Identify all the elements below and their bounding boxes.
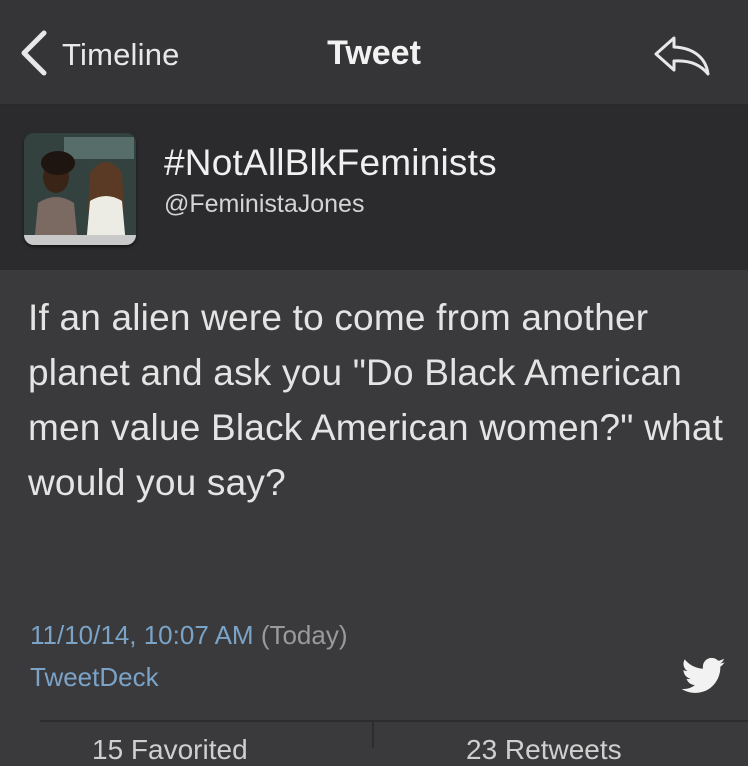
relative-date: (Today) bbox=[260, 620, 348, 650]
tweet-source-link[interactable]: TweetDeck bbox=[30, 662, 159, 693]
share-button[interactable] bbox=[652, 34, 712, 78]
display-name: #NotAllBlkFeminists bbox=[164, 142, 497, 183]
profile-header[interactable]: #NotAllBlkFeminists @FeministaJones bbox=[0, 106, 748, 270]
divider bbox=[40, 720, 748, 722]
reply-arrow-icon bbox=[652, 36, 712, 82]
tweet-text: If an alien were to come from another pl… bbox=[28, 297, 724, 503]
tweet-timestamp-row: 11/10/14, 10:07 AM (Today) bbox=[30, 620, 348, 651]
twitter-bird-icon bbox=[681, 656, 726, 696]
nav-bar: Timeline Tweet bbox=[0, 0, 748, 106]
stats-divider bbox=[372, 722, 374, 748]
page-title: Tweet bbox=[327, 34, 421, 72]
retweets-count[interactable]: 23 Retweets bbox=[466, 734, 622, 766]
tweet-timestamp: 11/10/14, 10:07 AM bbox=[30, 620, 254, 650]
avatar[interactable] bbox=[24, 133, 136, 245]
favorites-count[interactable]: 15 Favorited bbox=[92, 734, 248, 766]
user-handle: @FeministaJones bbox=[164, 190, 365, 218]
